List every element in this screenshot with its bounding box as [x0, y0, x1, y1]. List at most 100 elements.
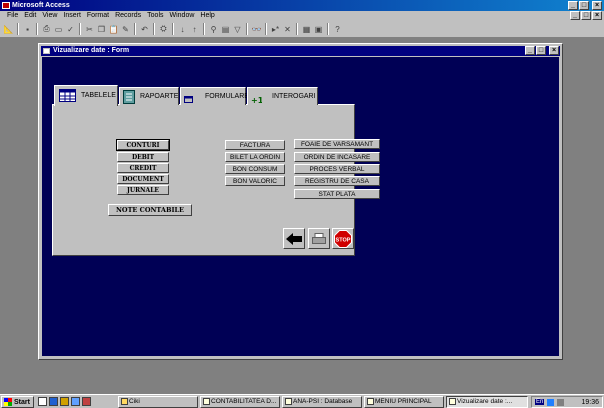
- new-record-icon[interactable]: ▸*: [270, 23, 281, 35]
- mdi-close-button[interactable]: ×: [592, 11, 602, 20]
- sort-descending-icon[interactable]: ↑: [189, 23, 200, 35]
- tab-rapoarte[interactable]: RAPOARTE: [119, 87, 179, 105]
- tab-formulare[interactable]: FORMULARE: [180, 87, 249, 105]
- help-icon[interactable]: ?: [332, 23, 343, 35]
- print-button[interactable]: [308, 228, 330, 249]
- outlook-icon[interactable]: [60, 397, 69, 406]
- conturi-button[interactable]: CONTURI: [116, 139, 170, 151]
- menu-tools[interactable]: Tools: [144, 11, 166, 21]
- svg-text:STOP: STOP: [336, 237, 351, 243]
- task-label: CONTABILITATEA D...: [211, 398, 277, 405]
- mdi-minimize-button[interactable]: _: [570, 11, 580, 20]
- jurnale-button[interactable]: JURNALE: [117, 185, 169, 195]
- format-painter-icon[interactable]: ✎: [120, 23, 131, 35]
- bilet-la-ordin-button[interactable]: BILET LA ORDIN: [225, 152, 285, 162]
- ordin-de-incasare-button[interactable]: ORDIN DE INCASARE: [294, 152, 380, 162]
- filter-by-form-icon[interactable]: ▤: [220, 23, 231, 35]
- start-button[interactable]: Start: [1, 396, 34, 408]
- internet-explorer-icon[interactable]: [49, 397, 58, 406]
- network-icon[interactable]: [547, 398, 555, 406]
- cut-icon[interactable]: ✂: [84, 23, 95, 35]
- menu-window[interactable]: Window: [167, 11, 198, 21]
- save-icon[interactable]: ▪: [22, 23, 33, 35]
- menu-file[interactable]: File: [4, 11, 21, 21]
- form-title: Vizualizare date : Form: [53, 47, 130, 54]
- paste-icon[interactable]: 📋: [108, 23, 119, 35]
- task-contabilitatea[interactable]: CONTABILITATEA D...: [200, 396, 280, 408]
- bon-valoric-button[interactable]: BON VALORIC: [225, 176, 285, 186]
- find-icon[interactable]: 👓: [251, 23, 262, 35]
- minimize-button[interactable]: _: [568, 1, 578, 10]
- desktop-icon[interactable]: [38, 397, 47, 406]
- taskbar: Start Ciki CONTABILITATEA D... ANA-PSI :…: [0, 394, 604, 408]
- filter-by-selection-icon[interactable]: ⚲: [208, 23, 219, 35]
- folder-icon: [121, 398, 128, 405]
- form-icon: [449, 398, 456, 405]
- menu-format[interactable]: Format: [84, 11, 112, 21]
- note-contabile-button[interactable]: NOTE CONTABILE: [108, 204, 192, 216]
- toolbar: 📐 ▪ ⎙ ▭ ✓ ✂ ❐ 📋 ✎ ↶ ⛭ ↓ ↑ ⚲ ▤ ▽ 👓 ▸* ✕ ▦…: [0, 21, 604, 38]
- print-icon: [312, 232, 326, 244]
- factura-button[interactable]: FACTURA: [225, 140, 285, 150]
- bon-consum-button[interactable]: BON CONSUM: [225, 164, 285, 174]
- view-icon[interactable]: 📐: [3, 23, 14, 35]
- tab-tabelele-label: TABELELE: [81, 92, 116, 99]
- task-ciki[interactable]: Ciki: [118, 396, 198, 408]
- form-icon: [367, 398, 374, 405]
- task-vizualizare-date[interactable]: Vizualizare date :...: [446, 396, 528, 408]
- sort-ascending-icon[interactable]: ↓: [177, 23, 188, 35]
- form-maximize-button[interactable]: □: [536, 46, 546, 55]
- task-label: Vizualizare date :...: [457, 398, 513, 405]
- stop-icon: STOP: [334, 229, 352, 248]
- menu-view[interactable]: View: [39, 11, 60, 21]
- database-window-icon[interactable]: ▦: [301, 23, 312, 35]
- menu-edit[interactable]: Edit: [21, 11, 39, 21]
- undo-icon[interactable]: ↶: [139, 23, 150, 35]
- form-minimize-button[interactable]: _: [525, 46, 535, 55]
- debit-button[interactable]: DEBIT: [117, 152, 169, 162]
- access-quick-icon[interactable]: [82, 397, 91, 406]
- hyperlink-icon[interactable]: ⛭: [158, 23, 169, 35]
- apply-filter-icon[interactable]: ▽: [232, 23, 243, 35]
- spelling-icon[interactable]: ✓: [65, 23, 76, 35]
- close-button[interactable]: ×: [592, 1, 602, 10]
- menu-insert[interactable]: Insert: [60, 11, 84, 21]
- tab-tabelele[interactable]: TABELELE: [54, 85, 118, 106]
- form-icon: [184, 96, 193, 103]
- report-icon: [123, 90, 135, 104]
- registru-de-casa-button[interactable]: REGISTRU DE CASA: [294, 176, 380, 186]
- new-object-icon[interactable]: ▣: [313, 23, 324, 35]
- system-tray: En 19:36: [531, 396, 603, 408]
- clock: 19:36: [581, 398, 599, 406]
- mdi-restore-button[interactable]: □: [581, 11, 591, 20]
- stat-plata-button[interactable]: STAT PLATA: [294, 189, 380, 199]
- tab-interogari[interactable]: +1 INTEROGARI: [247, 87, 318, 105]
- print-icon[interactable]: ⎙: [41, 23, 52, 35]
- query-icon: +1: [251, 96, 262, 104]
- back-button[interactable]: [283, 228, 305, 249]
- credit-button[interactable]: CREDIT: [117, 163, 169, 173]
- document-button[interactable]: DOCUMENT: [117, 174, 169, 184]
- stop-button[interactable]: STOP: [332, 228, 354, 249]
- form-title-bar: Vizualizare date : Form _ □ ×: [41, 46, 560, 56]
- app-title: Microsoft Access: [12, 2, 70, 9]
- form-icon: [43, 48, 50, 54]
- tab-formulare-label: FORMULARE: [205, 93, 249, 100]
- start-label: Start: [14, 398, 30, 406]
- windows-logo-icon: [4, 398, 12, 406]
- task-ana-psi[interactable]: ANA-PSI : Database: [282, 396, 362, 408]
- channels-icon[interactable]: [71, 397, 80, 406]
- menu-records[interactable]: Records: [112, 11, 144, 21]
- form-close-button[interactable]: ×: [549, 46, 559, 55]
- volume-icon[interactable]: [557, 398, 565, 406]
- proces-verbal-button[interactable]: PROCES VERBAL: [294, 164, 380, 174]
- foaie-de-varsamant-button[interactable]: FOAIE DE VARSAMANT: [294, 139, 380, 149]
- copy-icon[interactable]: ❐: [96, 23, 107, 35]
- language-indicator[interactable]: En: [535, 399, 545, 405]
- menu-help[interactable]: Help: [197, 11, 217, 21]
- print-preview-icon[interactable]: ▭: [53, 23, 64, 35]
- database-icon: [285, 398, 292, 405]
- delete-record-icon[interactable]: ✕: [282, 23, 293, 35]
- task-meniu-principal[interactable]: MENIU PRINCIPAL: [364, 396, 444, 408]
- maximize-button[interactable]: □: [579, 1, 589, 10]
